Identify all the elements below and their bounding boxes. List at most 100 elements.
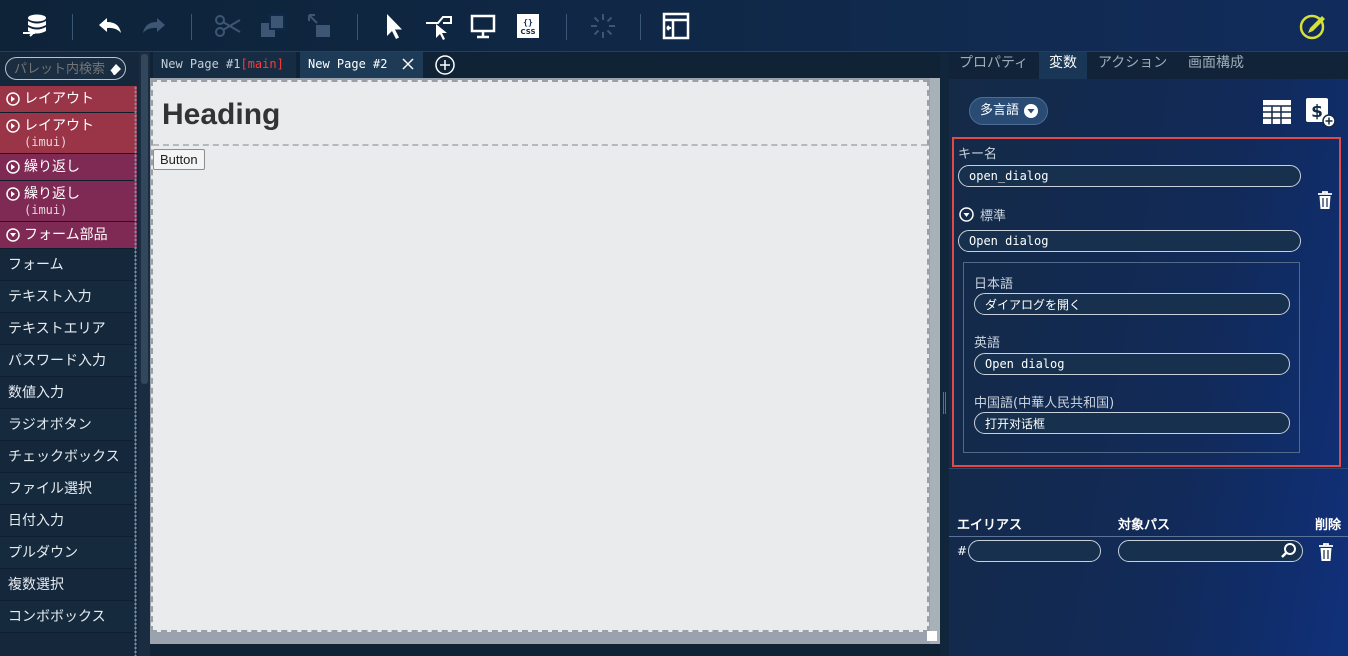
panel-splitter[interactable]: [940, 52, 949, 656]
cut-icon[interactable]: [211, 10, 245, 42]
hash-label: #: [957, 544, 968, 558]
trash-icon[interactable]: [1315, 189, 1335, 211]
eraser-icon[interactable]: [107, 61, 123, 77]
palette-category-repeat-imui[interactable]: 繰り返し (imui): [0, 181, 137, 222]
palette-item-text-input[interactable]: テキスト入力: [0, 281, 137, 313]
standard-label: 標準: [980, 209, 1007, 224]
add-tab-icon[interactable]: [434, 54, 456, 76]
design-canvas[interactable]: Heading Button: [151, 80, 929, 632]
palette-list: レイアウト レイアウト (imui) 繰り返し 繰り返し (imui) フォーム部品…: [0, 86, 137, 633]
target-path-input[interactable]: [1129, 541, 1276, 561]
palette-category-form-parts[interactable]: フォーム部品: [0, 222, 137, 249]
standard-value-input[interactable]: [969, 231, 1300, 251]
canvas-resize-handle[interactable]: [927, 631, 937, 641]
tab-variables[interactable]: 変数: [1039, 52, 1087, 79]
expand-down-icon: [6, 228, 20, 242]
language-field-ja[interactable]: [974, 293, 1290, 315]
palette-category-layout[interactable]: レイアウト: [0, 86, 137, 113]
select-pointer-icon[interactable]: [376, 10, 410, 42]
palette-item-checkbox[interactable]: チェックボックス: [0, 441, 137, 473]
page-tabs: New Page #1[main] New Page #2: [150, 52, 940, 78]
main-badge: [main]: [240, 57, 284, 71]
canvas-heading[interactable]: Heading: [162, 98, 280, 132]
css-icon[interactable]: {} CSS: [511, 10, 545, 42]
toolbar-separator: [357, 14, 358, 40]
canvas-button[interactable]: Button: [153, 149, 205, 170]
monitor-icon[interactable]: [466, 10, 500, 42]
multilanguage-label: 多言語: [980, 103, 1020, 118]
target-path-field[interactable]: [1118, 540, 1303, 562]
svg-text:CSS: CSS: [520, 28, 535, 36]
palette-item-date[interactable]: 日付入力: [0, 505, 137, 537]
palette-category-sublabel: (imui): [24, 135, 68, 149]
language-input-en[interactable]: [985, 354, 1289, 374]
tab-screen-structure[interactable]: 画面構成: [1178, 52, 1254, 79]
palette-item-textarea[interactable]: テキストエリア: [0, 313, 137, 345]
database-icon[interactable]: [18, 10, 52, 42]
palette-category-label: レイアウト: [24, 91, 94, 107]
palette-item-multiselect[interactable]: 複数選択: [0, 569, 137, 601]
splitter-grip[interactable]: [943, 392, 946, 414]
tab-new-page-2[interactable]: New Page #2: [300, 52, 423, 78]
element-select-icon[interactable]: [421, 10, 455, 42]
palette-category-repeat[interactable]: 繰り返し: [0, 154, 137, 181]
table-grid-icon[interactable]: [1262, 98, 1292, 126]
palette-category-label: フォーム部品: [24, 227, 108, 243]
key-name-input[interactable]: [969, 166, 1300, 186]
tab-label: New Page #2: [308, 57, 388, 71]
properties-panel: プロパティ 変数 アクション 画面構成 多言語 $ キー名 標準 日本語 英語: [949, 52, 1348, 656]
palette-item-pulldown[interactable]: プルダウン: [0, 537, 137, 569]
add-variable-icon[interactable]: $: [1304, 96, 1336, 128]
loading-icon[interactable]: [586, 10, 620, 42]
palette-item-password[interactable]: パスワード入力: [0, 345, 137, 377]
toolbar: {} CSS: [0, 0, 1348, 52]
canvas-area: Heading Button: [150, 78, 940, 644]
key-name-field[interactable]: [958, 165, 1301, 187]
toolbar-separator: [72, 14, 73, 40]
palette-scrollbar-thumb[interactable]: [141, 54, 148, 384]
svg-text:$: $: [1311, 102, 1323, 122]
palette-item-combobox[interactable]: コンボボックス: [0, 601, 137, 633]
search-icon[interactable]: [1280, 542, 1298, 560]
canvas-heading-block[interactable]: Heading: [153, 82, 927, 146]
tab-label: New Page #1: [161, 57, 241, 71]
expand-down-icon: [959, 207, 974, 222]
tab-properties[interactable]: プロパティ: [949, 52, 1038, 79]
palette-category-label: 繰り返し: [24, 186, 80, 202]
language-field-zh[interactable]: [974, 412, 1290, 434]
tab-actions[interactable]: アクション: [1088, 52, 1177, 79]
toolbar-separator: [566, 14, 567, 40]
redo-icon[interactable]: [137, 10, 171, 42]
palette-item-form[interactable]: フォーム: [0, 249, 137, 281]
edit-pen-icon[interactable]: [1296, 10, 1330, 42]
language-input-zh[interactable]: [985, 413, 1289, 433]
palette-item-radio[interactable]: ラジオボタン: [0, 409, 137, 441]
alias-input[interactable]: [979, 541, 1100, 561]
toolbar-separator: [191, 14, 192, 40]
alias-field[interactable]: [968, 540, 1101, 562]
canvas-scrollbar[interactable]: [930, 78, 940, 644]
palette-search[interactable]: [5, 57, 126, 80]
palette-item-number[interactable]: 数値入力: [0, 377, 137, 409]
paste-icon[interactable]: [302, 10, 336, 42]
target-path-header: 対象パス: [1118, 518, 1171, 533]
header-divider: [949, 536, 1348, 537]
undo-icon[interactable]: [93, 10, 127, 42]
close-icon[interactable]: [401, 57, 415, 71]
standard-value-field[interactable]: [958, 230, 1301, 252]
copy-icon[interactable]: [256, 10, 290, 42]
expand-right-icon: [6, 187, 20, 201]
tab-new-page-1[interactable]: New Page #1[main]: [153, 52, 296, 78]
trash-icon[interactable]: [1316, 541, 1336, 563]
palette-drag-handle[interactable]: [134, 86, 137, 656]
expand-right-icon: [6, 160, 20, 174]
palette-category-layout-imui[interactable]: レイアウト (imui): [0, 113, 137, 154]
window-layout-icon[interactable]: [659, 10, 693, 42]
multilanguage-button[interactable]: 多言語: [969, 97, 1049, 125]
language-label-zh: 中国語(中華人民共和国): [974, 396, 1115, 411]
language-input-ja[interactable]: [985, 294, 1289, 314]
standard-toggle[interactable]: 標準: [959, 205, 1006, 224]
palette-item-file[interactable]: ファイル選択: [0, 473, 137, 505]
language-field-en[interactable]: [974, 353, 1290, 375]
language-label-ja: 日本語: [974, 277, 1014, 292]
